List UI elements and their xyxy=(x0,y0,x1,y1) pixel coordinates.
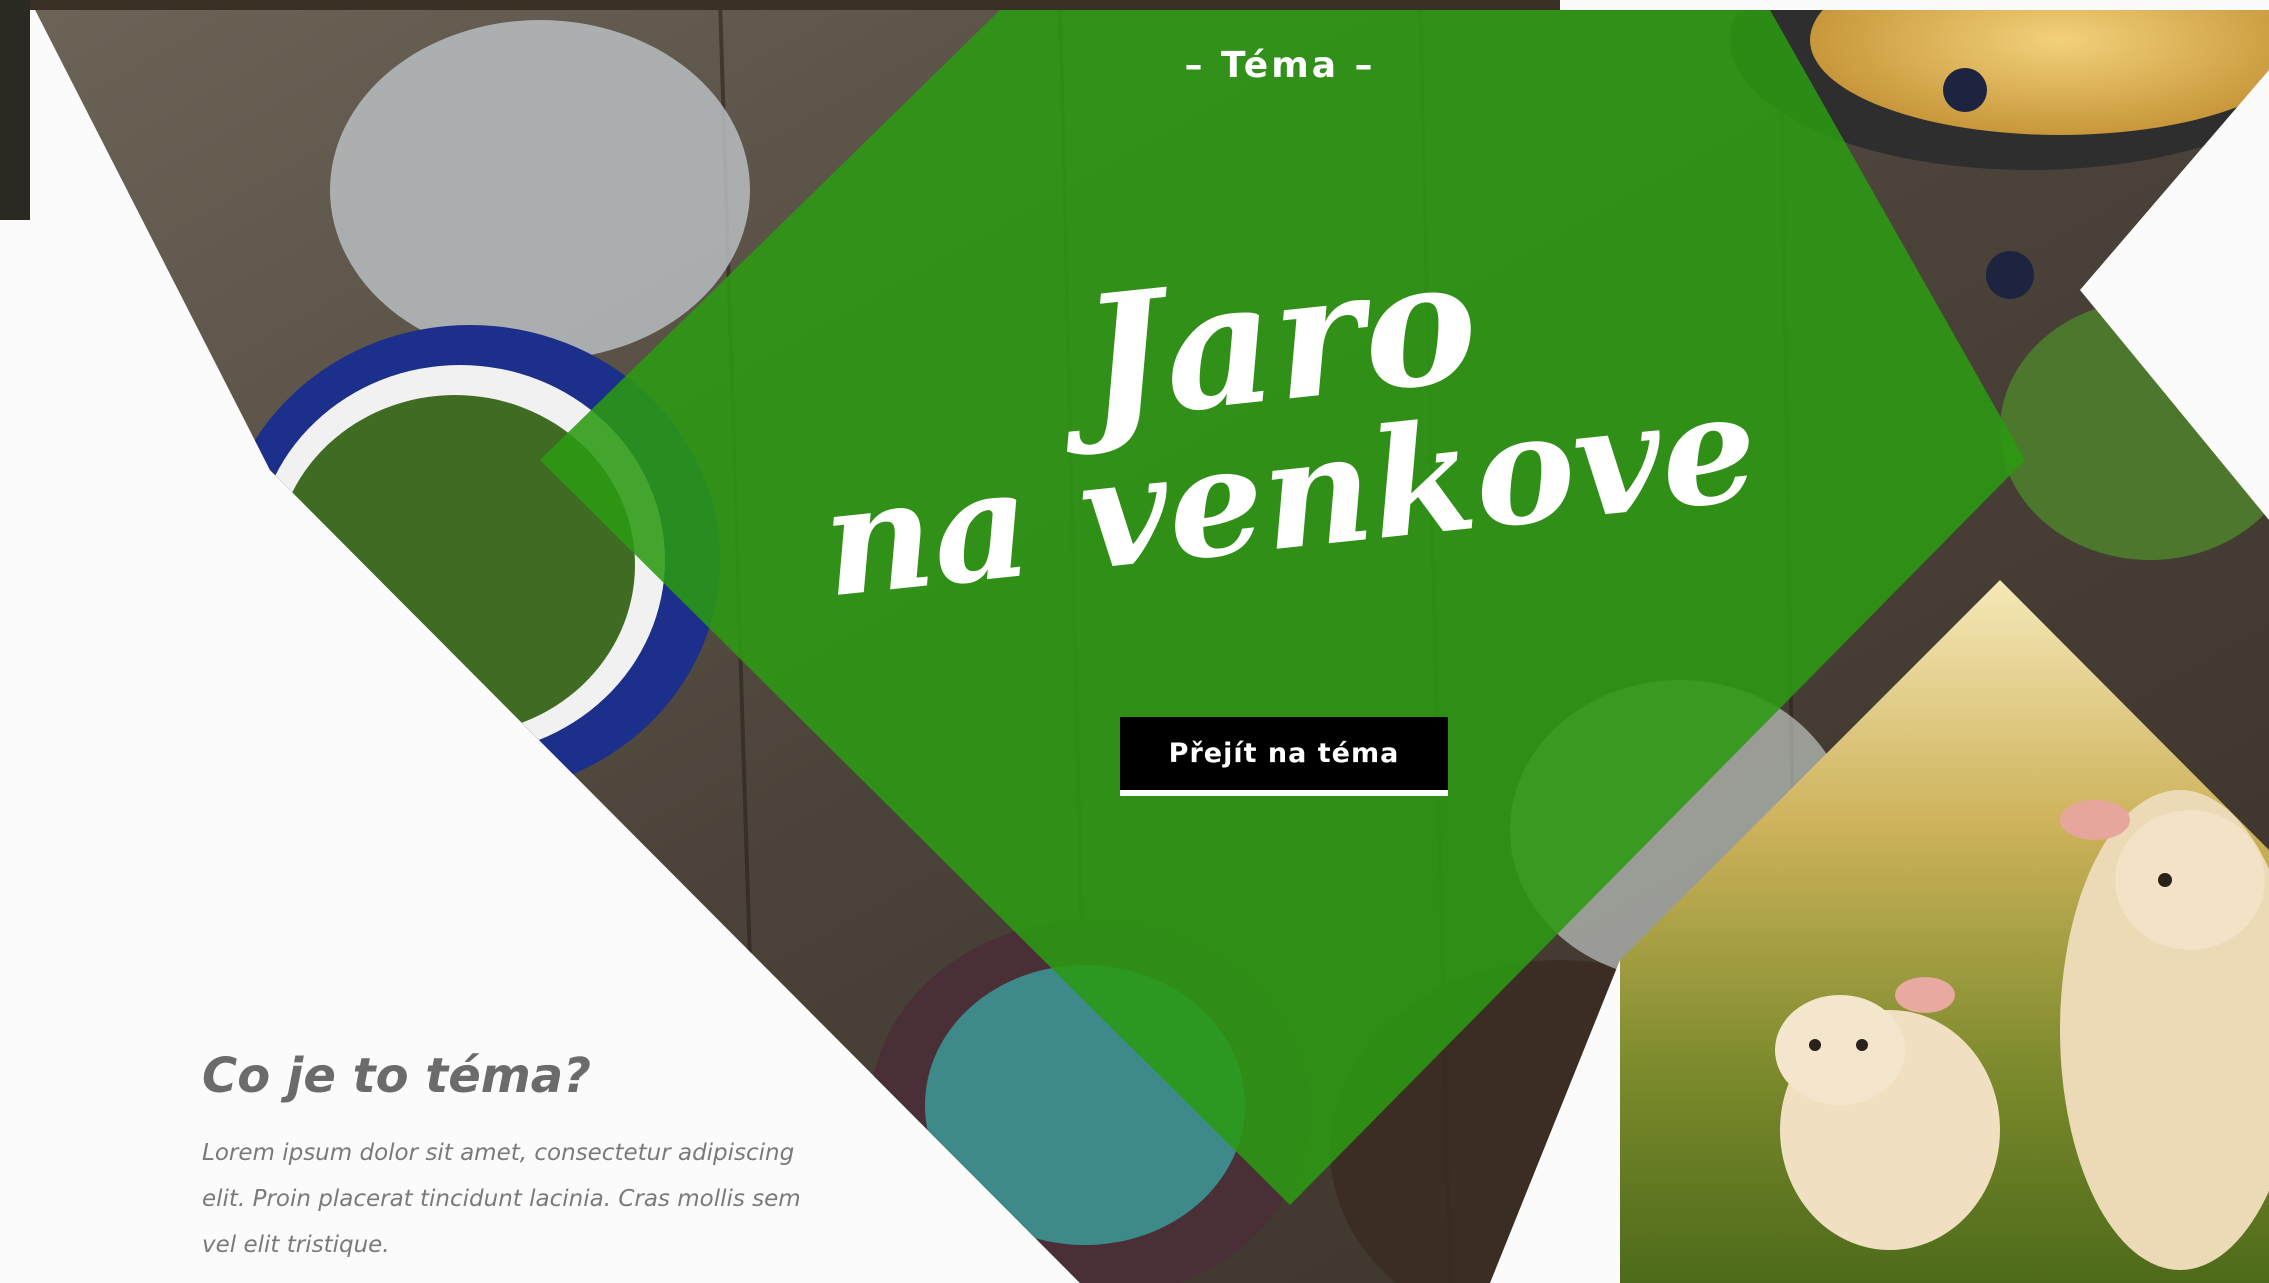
go-to-topic-button[interactable]: Přejít na téma xyxy=(1120,717,1448,796)
topic-info-text: Lorem ipsum dolor sit amet, consectetur … xyxy=(202,1140,801,1258)
topic-info: Co je to téma? Lorem ipsum dolor sit ame… xyxy=(202,1048,822,1268)
hero-section: – Téma – Jaro na venkove Přejít na téma … xyxy=(0,0,2269,1283)
topic-info-title: Co je to téma? xyxy=(202,1048,592,1104)
